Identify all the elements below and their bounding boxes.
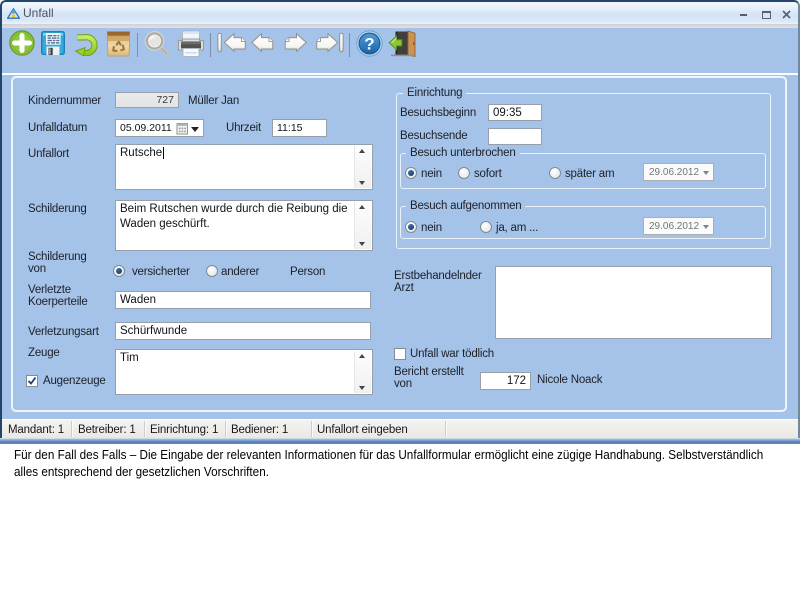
svg-text:?: ? [364,35,374,54]
